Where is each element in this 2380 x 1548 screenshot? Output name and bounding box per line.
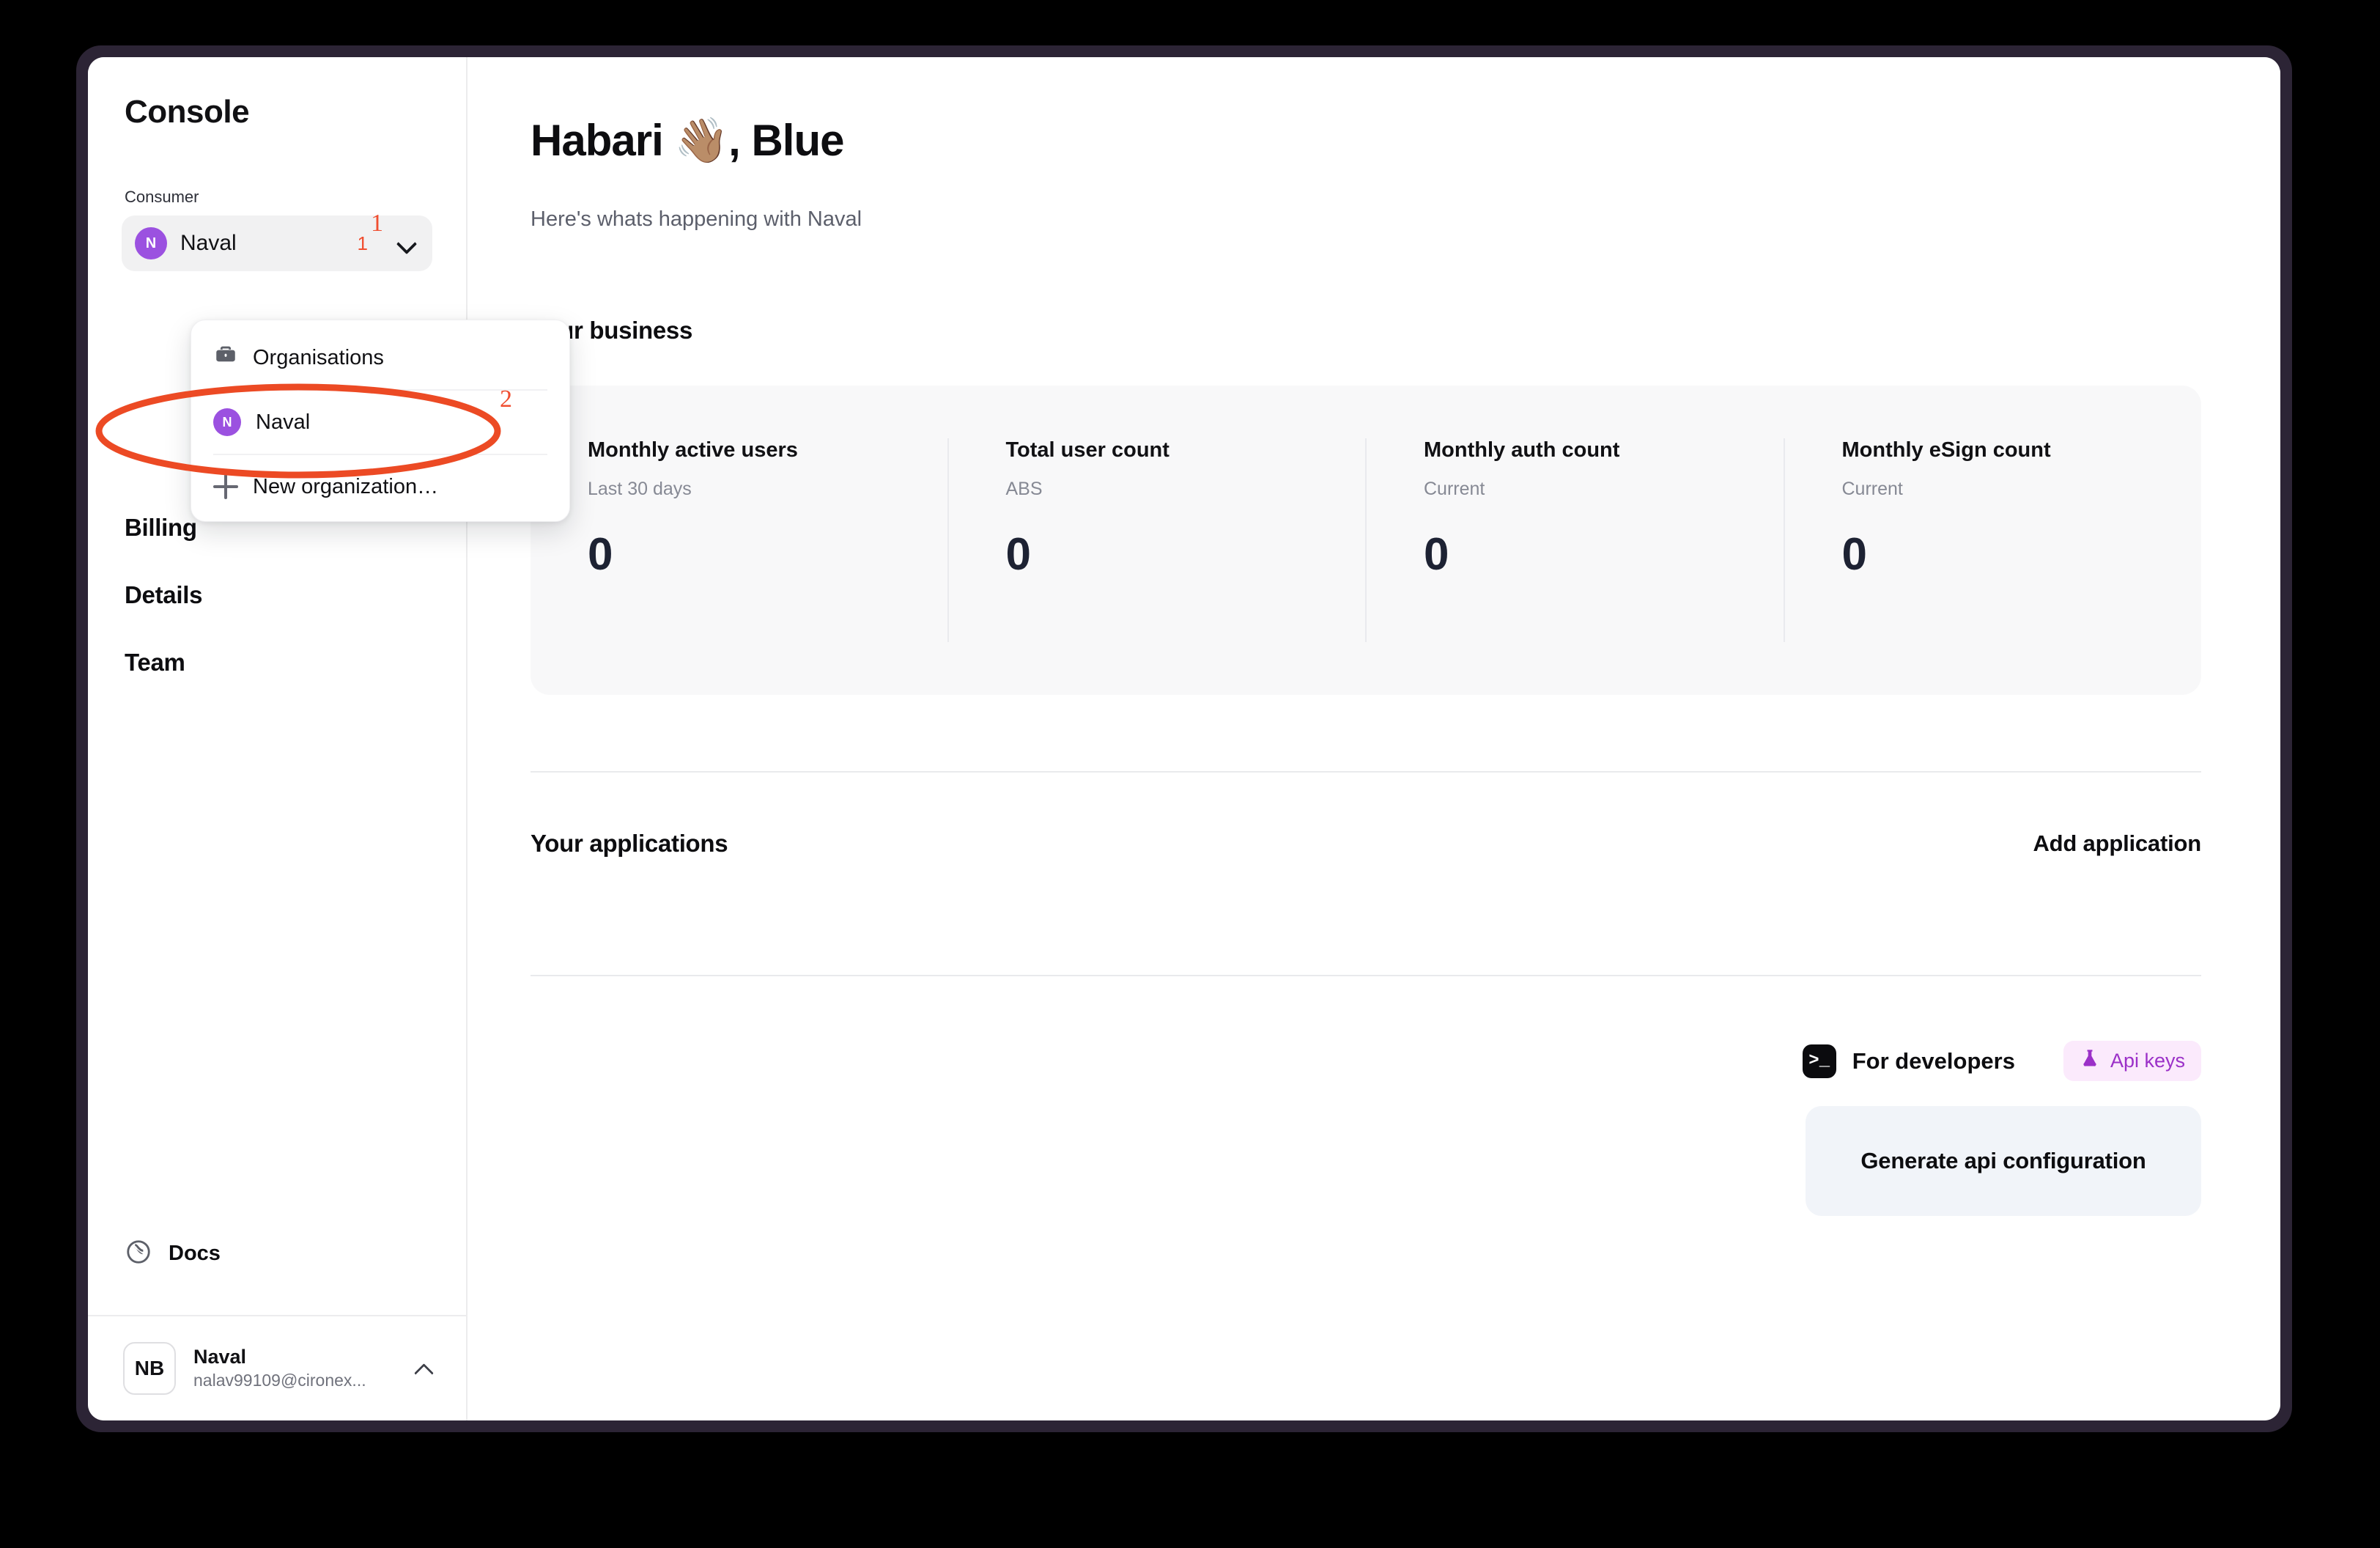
consumer-block: Consumer N Naval 1	[88, 188, 466, 271]
avatar: NB	[123, 1342, 176, 1395]
stat-subtitle: Current	[1424, 479, 1485, 499]
dropdown-header-label: Organisations	[253, 345, 384, 369]
divider-2	[531, 975, 2201, 976]
chevron-up-icon[interactable]	[415, 1359, 434, 1378]
page-title: Habari 👋🏽, Blue	[531, 116, 844, 165]
dropdown-item-naval[interactable]: N Naval	[191, 392, 569, 452]
stat-name: Monthly auth count	[1424, 438, 1620, 462]
app-window: Console Consumer N Naval 1 Applications …	[76, 45, 2292, 1432]
consumer-avatar: N	[135, 227, 167, 259]
profile-row[interactable]: NB Naval nalav99109@cironex...	[88, 1316, 466, 1420]
profile-email: nalav99109@cironex...	[193, 1370, 366, 1390]
dropdown-item-avatar: N	[213, 408, 241, 436]
profile-name: Naval	[193, 1346, 247, 1368]
consumer-selector[interactable]: N Naval 1	[122, 215, 432, 271]
organisation-dropdown: Organisations N Naval New organization…	[191, 320, 570, 522]
stat-name: Monthly active users	[588, 438, 798, 462]
dropdown-divider-2	[213, 454, 547, 455]
dropdown-header-organisations: Organisations	[191, 328, 569, 388]
profile-texts: Naval nalav99109@cironex...	[193, 1345, 397, 1391]
stat-value: 0	[1841, 529, 1867, 580]
new-organization-label: New organization…	[253, 474, 439, 498]
sidebar-item-team[interactable]: Team	[125, 629, 466, 696]
globe-icon	[125, 1238, 152, 1269]
applications-header: Your applications Add application	[531, 830, 2201, 858]
sidebar-item-details[interactable]: Details	[125, 561, 466, 629]
stats-card: Monthly active users Last 30 days 0 Tota…	[531, 386, 2201, 695]
developers-block: >_ For developers Api keys Generate api …	[531, 1041, 2201, 1216]
section-title-business: Your business	[531, 317, 693, 344]
plus-icon	[213, 474, 238, 499]
chevron-down-icon[interactable]	[397, 234, 416, 253]
divider-1	[531, 771, 2201, 773]
page-subtitle: Here's whats happening with Naval	[531, 207, 862, 231]
developers-header: >_ For developers Api keys	[1802, 1041, 2201, 1081]
stat-total-user-count: Total user count ABS 0	[949, 438, 1367, 642]
window-inner: Console Consumer N Naval 1 Applications …	[88, 57, 2280, 1420]
stat-value: 0	[1424, 529, 1449, 580]
stat-monthly-auth-count: Monthly auth count Current 0	[1367, 438, 1785, 642]
stat-name: Monthly eSign count	[1841, 438, 2051, 462]
main-content: Habari 👋🏽, Blue Here's whats happening w…	[468, 57, 2280, 1420]
sidebar-item-docs[interactable]: Docs	[88, 1218, 466, 1289]
stat-subtitle: Current	[1841, 479, 1903, 499]
section-title-applications: Your applications	[531, 830, 728, 857]
brand-title: Console	[125, 94, 250, 130]
consumer-name: Naval	[180, 231, 237, 255]
terminal-icon: >_	[1802, 1044, 1836, 1078]
stat-monthly-active-users: Monthly active users Last 30 days 0	[531, 438, 949, 642]
stat-subtitle: Last 30 days	[588, 479, 692, 499]
sidebar: Console Consumer N Naval 1 Applications …	[88, 57, 468, 1420]
add-application-button[interactable]: Add application	[2033, 830, 2201, 857]
api-keys-label: Api keys	[2110, 1050, 2185, 1072]
stat-name: Total user count	[1005, 438, 1169, 462]
dropdown-divider	[213, 389, 547, 391]
consumer-count-badge: 1	[357, 232, 368, 254]
briefcase-icon	[213, 342, 238, 373]
dropdown-item-new-organization[interactable]: New organization…	[191, 457, 569, 517]
flask-icon	[2080, 1048, 2100, 1074]
stat-subtitle: ABS	[1005, 479, 1043, 499]
stat-value: 0	[588, 529, 613, 580]
docs-label: Docs	[169, 1241, 221, 1265]
developers-label: For developers	[1852, 1047, 2015, 1074]
generate-api-configuration-button[interactable]: Generate api configuration	[1806, 1106, 2201, 1216]
dropdown-item-label: Naval	[256, 410, 311, 434]
consumer-label: Consumer	[125, 188, 199, 206]
stat-monthly-esign-count: Monthly eSign count Current 0	[1785, 438, 2202, 642]
api-keys-button[interactable]: Api keys	[2063, 1041, 2201, 1081]
stat-value: 0	[1005, 529, 1031, 580]
